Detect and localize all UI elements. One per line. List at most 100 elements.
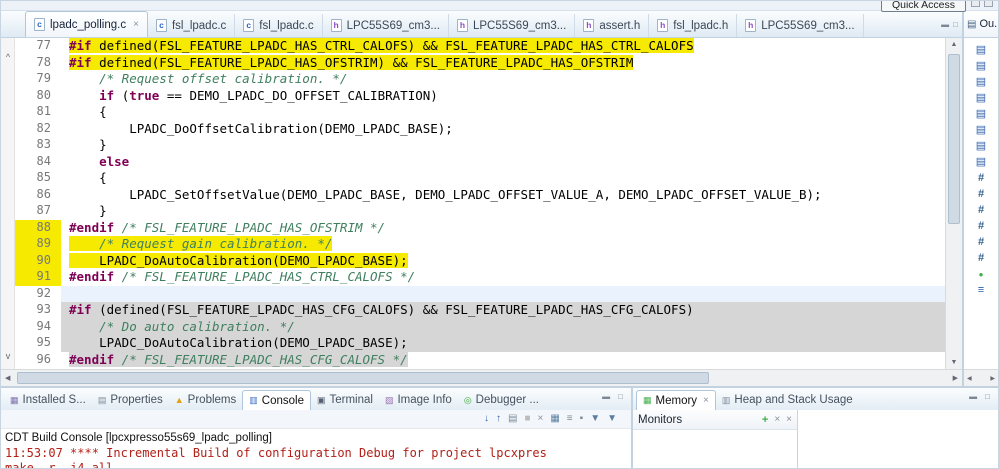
tab-debugger-[interactable]: ◎ Debugger ... (458, 390, 545, 410)
editor-tab-lpadc-polling-c[interactable]: c lpadc_polling.c × (25, 11, 148, 37)
perspective-icon[interactable] (971, 1, 980, 7)
code-line[interactable]: 83 } (15, 137, 945, 154)
code-line[interactable]: 84 else (15, 154, 945, 171)
include-icon[interactable]: ▤ (964, 123, 998, 139)
scroll-up-icon[interactable]: ▲ (946, 41, 962, 48)
include-icon[interactable]: ▤ (964, 59, 998, 75)
tab-outline[interactable]: ▤ Ou... (964, 11, 998, 38)
editor-vertical-scrollbar[interactable]: ▲ ▼ (945, 38, 962, 369)
tab-terminal[interactable]: ▣ Terminal (311, 390, 379, 410)
memory-renderings-area[interactable] (798, 410, 998, 468)
maximize-panel-icon[interactable]: □ (985, 392, 990, 401)
maximize-editor-icon[interactable]: □ (953, 20, 958, 29)
tab-problems[interactable]: ▲ Problems (169, 390, 243, 410)
line-number: 82 (36, 120, 51, 135)
code-line[interactable]: 93 #if (defined(FSL_FEATURE_LPADC_HAS_CFG… (15, 302, 945, 319)
add-memory-monitor-icon[interactable]: + (762, 414, 768, 426)
tab-memory[interactable]: ▦ Memory × (636, 390, 716, 410)
show-error-in-editor-icon[interactable]: ▤ (508, 414, 517, 424)
define-icon[interactable]: # (964, 187, 998, 203)
terminate-icon[interactable]: ■ (524, 414, 530, 424)
scroll-left-icon[interactable]: ◀ (967, 375, 972, 382)
include-icon[interactable]: ▤ (964, 107, 998, 123)
editor-tab-lpc55s69-cm3-[interactable]: h LPC55S69_cm3... (323, 14, 449, 37)
code-line[interactable]: 87 } (15, 203, 945, 220)
perspective-icon[interactable] (984, 1, 993, 7)
line-number: 84 (36, 153, 51, 168)
code-line[interactable]: 85 { (15, 170, 945, 187)
code-line[interactable]: 78 #if defined(FSL_FEATURE_LPADC_HAS_OFST… (15, 54, 945, 72)
list-icon[interactable]: ≡ (964, 283, 998, 299)
editor-tab-lpc55s69-cm3-[interactable]: h LPC55S69_cm3... (449, 14, 576, 37)
editor-tab-assert-h[interactable]: h assert.h (575, 14, 650, 37)
vertical-scrollbar-thumb[interactable] (948, 54, 960, 224)
tab-heap-and-stack-usage[interactable]: ▥ Heap and Stack Usage (716, 390, 859, 410)
function-icon[interactable]: ● (964, 267, 998, 283)
open-console-icon[interactable]: ▼ (607, 414, 617, 424)
tab-console[interactable]: ▥ Console (242, 390, 311, 410)
tab-label: Problems (187, 394, 237, 406)
code-line[interactable]: 86 LPADC_SetOffsetValue(DEMO_LPADC_BASE,… (15, 187, 945, 204)
close-tab-icon[interactable]: × (703, 395, 709, 406)
code-editor[interactable]: 77 #if defined(FSL_FEATURE_LPADC_HAS_CTRL… (15, 38, 945, 369)
define-icon[interactable]: # (964, 251, 998, 267)
code-line[interactable]: 79 /* Request offset calibration. */ (15, 71, 945, 88)
close-tab-icon[interactable]: × (133, 19, 139, 30)
code-line[interactable]: 96 #endif /* FSL_FEATURE_LPADC_HAS_CFG_CA… (15, 351, 945, 369)
editor-tab-lpc55s69-cm3-[interactable]: h LPC55S69_cm3... (737, 14, 864, 37)
tab-image-info[interactable]: ▨ Image Info (379, 390, 458, 410)
tab-properties[interactable]: ▤ Properties (92, 390, 169, 410)
minimize-panel-icon[interactable]: ▬ (602, 392, 610, 401)
scroll-right-icon[interactable]: ▶ (990, 375, 995, 382)
code-line[interactable]: 89 /* Request gain calibration. */ (15, 236, 945, 253)
scroll-down-icon[interactable]: ▼ (946, 359, 962, 366)
define-icon[interactable]: # (964, 203, 998, 219)
quick-access-button[interactable]: Quick Access (880, 1, 966, 12)
clear-console-icon[interactable]: ▦ (550, 414, 559, 424)
console-content[interactable]: CDT Build Console [lpcxpresso55s69_lpadc… (1, 428, 631, 468)
annotation-up-icon[interactable]: ^ (1, 52, 15, 62)
scroll-lock-icon[interactable]: ≡ (567, 414, 573, 424)
annotation-down-icon[interactable]: v (1, 351, 15, 361)
editor-tab-fsl-lpadc-h[interactable]: h fsl_lpadc.h (649, 14, 738, 37)
scroll-left-icon[interactable]: ◀ (5, 374, 10, 382)
next-error-icon[interactable]: ↓ (484, 414, 489, 424)
remove-launch-icon[interactable]: × (538, 414, 544, 424)
remove-memory-monitor-icon[interactable]: × (774, 414, 780, 425)
outline-horizontal-scrollbar[interactable]: ◀ ▶ (964, 369, 998, 386)
monitors-list[interactable] (633, 430, 797, 468)
editor-tabs: c lpadc_polling.c × c fsl_lpadc.c c fsl_lpadc.… (25, 11, 864, 37)
code-line[interactable]: 94 /* Do auto calibration. */ (15, 318, 945, 335)
horizontal-scrollbar-thumb[interactable] (17, 372, 709, 384)
include-icon[interactable]: ▤ (964, 75, 998, 91)
include-icon[interactable]: ▤ (964, 155, 998, 171)
minimize-editor-icon[interactable]: ▬ (941, 20, 949, 29)
scroll-right-icon[interactable]: ▶ (953, 374, 958, 382)
display-console-icon[interactable]: ▼ (590, 414, 600, 424)
previous-error-icon[interactable]: ↑ (496, 414, 501, 424)
remove-all-monitors-icon[interactable]: × (786, 414, 792, 425)
editor-tab-fsl-lpadc-c[interactable]: c fsl_lpadc.c (148, 14, 236, 37)
define-icon[interactable]: # (964, 235, 998, 251)
code-line[interactable]: 95 LPADC_DoAutoCalibration(DEMO_LPADC_BA… (15, 335, 945, 352)
code-line[interactable]: 82 LPADC_DoOffsetCalibration(DEMO_LPADC_… (15, 121, 945, 138)
code-line[interactable]: 80 if (true == DEMO_LPADC_DO_OFFSET_CALI… (15, 88, 945, 105)
code-line[interactable]: 91 #endif /* FSL_FEATURE_LPADC_HAS_CTRL_C… (15, 269, 945, 286)
define-icon[interactable]: # (964, 219, 998, 235)
include-icon[interactable]: ▤ (964, 91, 998, 107)
tab-installed-s-[interactable]: ▦ Installed S... (4, 390, 92, 410)
include-icon[interactable]: ▤ (964, 43, 998, 59)
code-line[interactable]: 88 #endif /* FSL_FEATURE_LPADC_HAS_OFSTRI… (15, 219, 945, 236)
minimize-panel-icon[interactable]: ▬ (969, 392, 977, 401)
editor-horizontal-scrollbar[interactable]: ◀ ▶ (1, 369, 962, 386)
editor-tab-fsl-lpadc-c[interactable]: c fsl_lpadc.c (235, 14, 323, 37)
maximize-panel-icon[interactable]: □ (618, 392, 623, 401)
define-icon[interactable]: # (964, 171, 998, 187)
tab-label: lpadc_polling.c (50, 18, 127, 31)
include-icon[interactable]: ▤ (964, 139, 998, 155)
pin-console-icon[interactable]: ▪ (580, 414, 584, 424)
code-line[interactable]: 90 LPADC_DoAutoCalibration(DEMO_LPADC_BA… (15, 252, 945, 269)
code-line[interactable]: 81 { (15, 104, 945, 121)
code-line[interactable]: 92 (15, 285, 945, 302)
code-line[interactable]: 77 #if defined(FSL_FEATURE_LPADC_HAS_CTRL… (15, 38, 945, 55)
